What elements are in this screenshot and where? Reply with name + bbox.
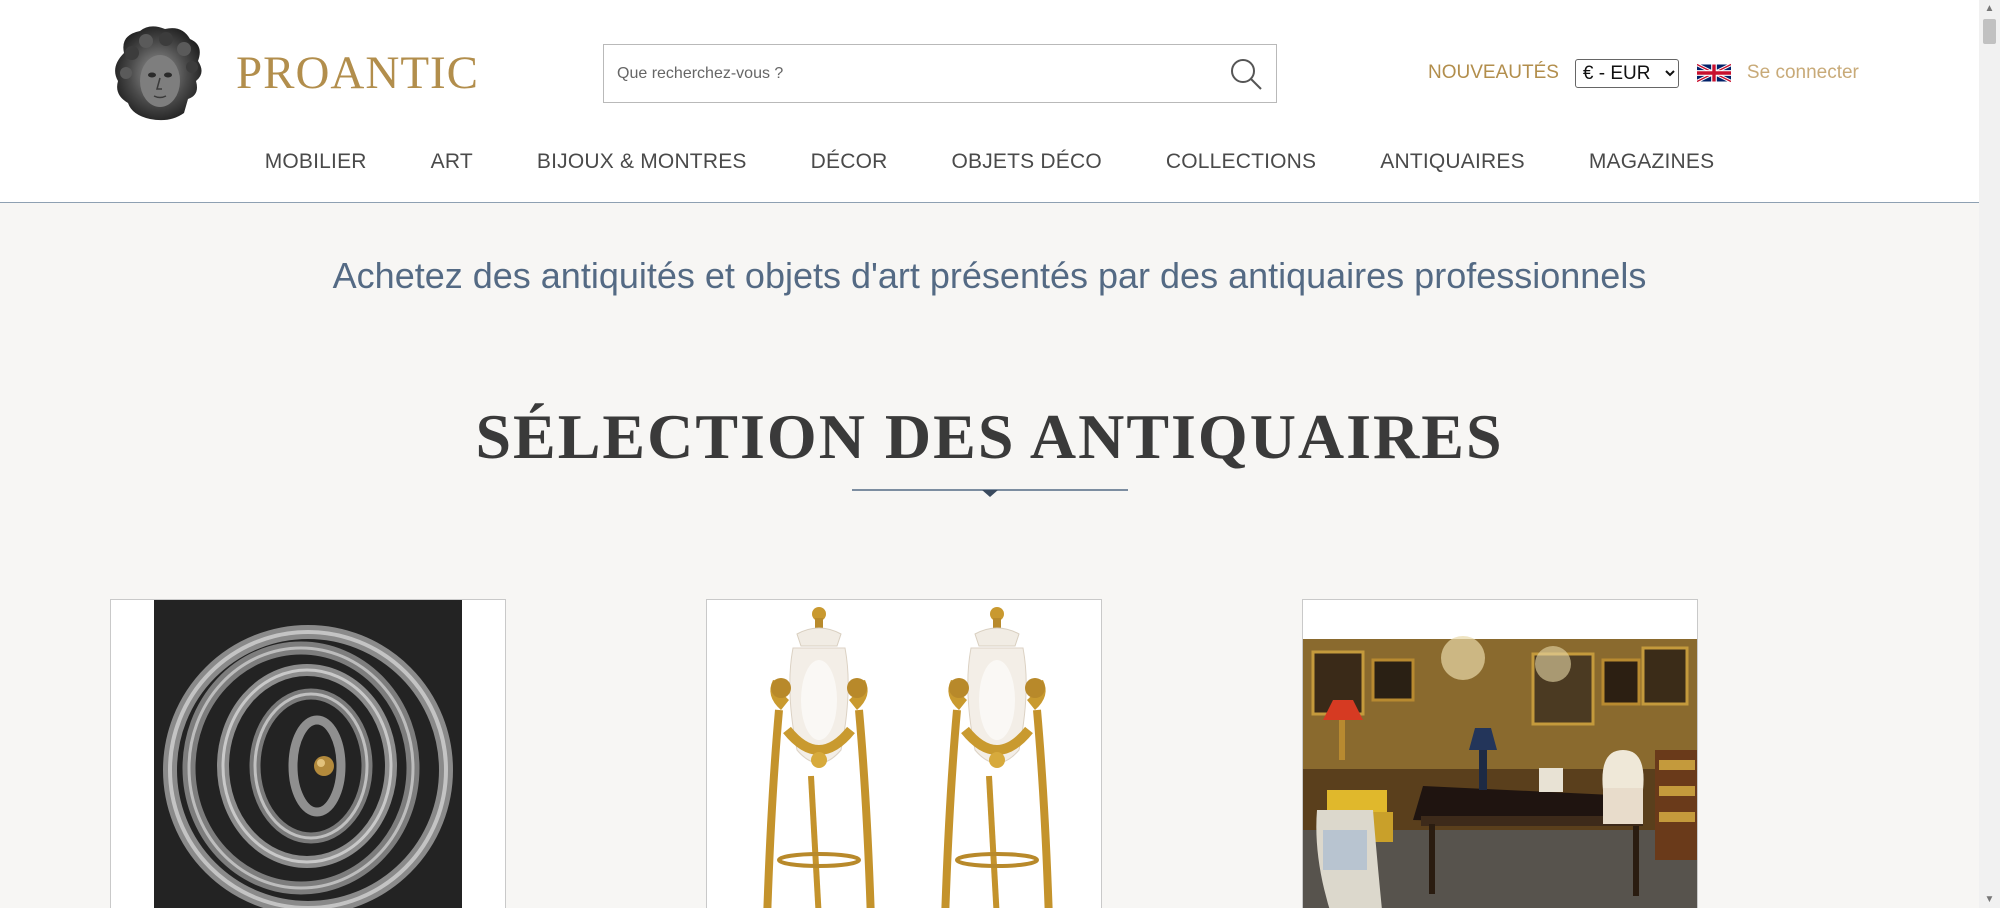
alabaster-bronze-vases-pair-image (707, 600, 1101, 908)
logo-head-icon (110, 23, 206, 123)
header-actions: NOUVEAUTÉS € - EUR Se connecter (1428, 56, 1859, 90)
metal-spiral-sculpture-image (111, 600, 505, 908)
product-card-2[interactable] (706, 599, 1102, 908)
search-icon (1231, 58, 1262, 90)
site-header: PROANTIC NOUVEAUTÉS € - EUR Se connecter (0, 0, 1979, 203)
main-nav: MOBILIER ART BIJOUX & MONTRES DÉCOR OBJE… (0, 142, 1979, 184)
product-card-1[interactable] (110, 599, 506, 908)
uk-flag-icon[interactable] (1696, 61, 1732, 85)
page-scrollbar[interactable]: ▲ ▼ (1979, 0, 2000, 908)
nav-item-mobilier[interactable]: MOBILIER (233, 142, 399, 184)
login-link[interactable]: Se connecter (1747, 62, 1859, 84)
scroll-thumb[interactable] (1983, 19, 1996, 44)
search-input[interactable] (604, 45, 1216, 102)
title-underline-divider (852, 489, 1128, 497)
nouveautes-link[interactable]: NOUVEAUTÉS (1428, 62, 1559, 84)
search-button[interactable] (1216, 45, 1276, 102)
section-title: SÉLECTION DES ANTIQUAIRES (475, 401, 1504, 472)
scroll-down-arrow-icon[interactable]: ▼ (1979, 891, 2000, 908)
search-bar (603, 44, 1277, 103)
currency-select[interactable]: € - EUR (1574, 58, 1679, 88)
nav-item-antiquaires[interactable]: ANTIQUAIRES (1348, 142, 1557, 184)
proantic-logo[interactable]: PROANTIC (110, 20, 478, 126)
scroll-up-arrow-icon[interactable]: ▲ (1979, 0, 2000, 17)
nav-item-bijoux-montres[interactable]: BIJOUX & MONTRES (505, 142, 779, 184)
nav-item-art[interactable]: ART (399, 142, 505, 184)
page-tagline: Achetez des antiquités et objets d'art p… (332, 255, 1647, 296)
antique-shop-interior-image (1303, 600, 1697, 908)
brand-name: PROANTIC (236, 47, 480, 99)
nav-item-collections[interactable]: COLLECTIONS (1134, 142, 1348, 184)
nav-item-decor[interactable]: DÉCOR (779, 142, 920, 184)
product-card-3[interactable] (1302, 599, 1698, 908)
nav-item-magazines[interactable]: MAGAZINES (1557, 142, 1746, 184)
nav-item-objets-deco[interactable]: OBJETS DÉCO (919, 142, 1133, 184)
